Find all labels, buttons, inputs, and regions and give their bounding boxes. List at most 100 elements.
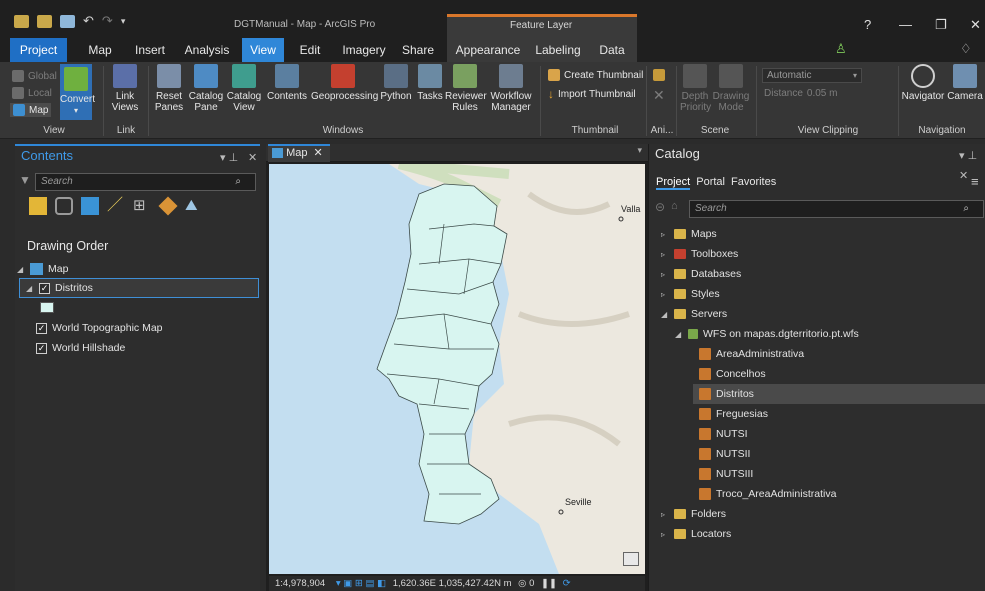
catalog-item-folders[interactable]: ▹ Folders (661, 508, 726, 520)
python-button[interactable]: Python (377, 64, 415, 102)
tab-imagery[interactable]: Imagery (336, 38, 392, 62)
close-button[interactable]: ✕ (970, 17, 981, 33)
customize-toolbar-icon[interactable]: ▾ (121, 13, 126, 29)
visibility-checkbox[interactable]: ✓ (39, 282, 50, 294)
refresh-icon[interactable]: ⟳ (563, 578, 571, 589)
filter-icon[interactable]: ▼ (19, 173, 31, 187)
layer-distritos[interactable]: ◢ ✓ Distritos (19, 278, 259, 298)
catalog-tab-favorites[interactable]: Favorites (731, 176, 776, 190)
catalog-item-servers[interactable]: ◢ Servers (661, 308, 727, 320)
tab-map[interactable]: Map (80, 38, 120, 62)
wfs-layer-nutsiii[interactable]: NUTSIII (699, 468, 753, 480)
notifications-icon[interactable]: ♢ (960, 41, 972, 57)
snapping-icon[interactable]: ⊞ (133, 197, 151, 215)
expand-arrow-icon[interactable]: ◢ (26, 284, 34, 293)
map-button[interactable]: Map (10, 103, 52, 117)
tab-data[interactable]: Data (587, 38, 637, 62)
geoprocessing-button[interactable]: Geoprocessing (311, 64, 378, 102)
catalog-pane-button[interactable]: Catalog Pane (188, 64, 224, 113)
tab-view[interactable]: View (242, 38, 284, 62)
wfs-layer-concelhos[interactable]: Concelhos (699, 368, 766, 380)
map-notes-icon[interactable] (623, 552, 639, 566)
user-icon[interactable]: ♙ (835, 41, 847, 57)
reviewer-rules-button[interactable]: Reviewer Rules (445, 64, 487, 113)
symbol-swatch[interactable] (40, 302, 54, 313)
depth-priority-button[interactable]: Depth Priority (680, 64, 711, 113)
clipping-distance[interactable]: Distance 0.05 m (764, 88, 837, 99)
local-button[interactable]: Local (12, 87, 52, 99)
map-canvas[interactable]: Valla Seville (269, 164, 645, 574)
layer-world-hillshade[interactable]: ✓ World Hillshade (36, 342, 125, 354)
menu-icon[interactable]: ≡ (971, 174, 979, 189)
selection-icon[interactable] (81, 197, 99, 215)
wfs-layer-areaadministrativa[interactable]: AreaAdministrativa (699, 348, 804, 360)
visibility-checkbox[interactable]: ✓ (36, 322, 47, 334)
status-toggles-icon[interactable]: ▾ ▣ ⊞ ▤ ◧ (336, 578, 386, 589)
import-thumbnail-button[interactable]: ↓ Import Thumbnail (548, 87, 636, 101)
tab-labeling[interactable]: Labeling (529, 38, 587, 62)
global-button[interactable]: Global (12, 70, 57, 82)
selection-count-icon[interactable]: ◎ (518, 578, 526, 589)
restore-button[interactable]: ❐ (935, 17, 947, 33)
editing-icon[interactable]: ／ (107, 197, 125, 215)
drawing-mode-button[interactable]: Drawing Mode (712, 64, 750, 113)
catalog-item-locators[interactable]: ▹ Locators (661, 528, 731, 540)
contents-search-input[interactable]: Search ⌕ (35, 173, 256, 191)
animation-add-button[interactable] (653, 69, 665, 81)
camera-button[interactable]: Camera (946, 64, 984, 102)
redo-icon[interactable]: ↷ (102, 13, 113, 29)
clipping-mode-select[interactable]: Automatic ▾ (762, 68, 862, 83)
save-icon[interactable] (60, 14, 75, 28)
layer-world-topographic[interactable]: ✓ World Topographic Map (36, 322, 163, 334)
tab-insert[interactable]: Insert (126, 38, 174, 62)
wfs-layer-distritos[interactable]: Distritos (693, 384, 985, 404)
pane-options-icon[interactable]: ▾ ⊥ (220, 148, 238, 168)
catalog-item-wfs[interactable]: ◢ WFS on mapas.dgterritorio.pt.wfs (675, 328, 859, 340)
map-view-tab[interactable]: Map ✕ (268, 144, 330, 162)
new-project-icon[interactable] (14, 14, 29, 28)
catalog-item-toolboxes[interactable]: ▹ Toolboxes (661, 248, 738, 260)
tab-analysis[interactable]: Analysis (180, 38, 234, 62)
create-thumbnail-button[interactable]: Create Thumbnail (548, 69, 643, 81)
catalog-search-input[interactable]: Search ⌕ (689, 200, 984, 218)
catalog-tab-portal[interactable]: Portal (696, 176, 725, 190)
wfs-layer-nutsii[interactable]: NUTSII (699, 448, 750, 460)
scale-display[interactable]: 1:4,978,904 (275, 578, 325, 589)
workflow-manager-button[interactable]: Workflow Manager (487, 64, 535, 113)
navigator-button[interactable]: Navigator (900, 64, 946, 102)
pause-icon[interactable]: ❚❚ (541, 578, 557, 589)
close-icon[interactable]: ✕ (248, 148, 257, 168)
data-source-icon[interactable] (55, 197, 73, 215)
wfs-layer-troco[interactable]: Troco_AreaAdministrativa (699, 488, 836, 500)
chevron-down-icon[interactable]: ▾ (637, 145, 642, 156)
drawing-order-icon[interactable] (29, 197, 47, 215)
help-icon[interactable]: ? (864, 17, 871, 32)
minimize-button[interactable]: — (899, 17, 912, 32)
tab-appearance[interactable]: Appearance (447, 38, 529, 62)
catalog-item-styles[interactable]: ▹ Styles (661, 288, 720, 300)
catalog-item-databases[interactable]: ▹ Databases (661, 268, 741, 280)
close-icon[interactable]: ✕ (314, 147, 323, 159)
reset-panes-button[interactable]: Reset Panes (152, 64, 186, 113)
visibility-checkbox[interactable]: ✓ (36, 342, 47, 354)
wfs-layer-freguesias[interactable]: Freguesias (699, 408, 768, 420)
tab-edit[interactable]: Edit (292, 38, 328, 62)
tasks-button[interactable]: Tasks (416, 64, 444, 102)
catalog-view-button[interactable]: Catalog View (226, 64, 262, 113)
labeling-icon[interactable] (158, 196, 178, 216)
perspective-imagery-icon[interactable]: ⛰ (185, 197, 203, 215)
convert-button[interactable]: Convert ▾ (60, 64, 95, 120)
home-icon[interactable]: ⌂ (671, 200, 678, 212)
tab-project[interactable]: Project (10, 38, 67, 62)
animation-remove-button[interactable]: ✕ (653, 87, 665, 104)
link-views-button[interactable]: Link Views (106, 64, 144, 113)
undo-icon[interactable]: ↶ (83, 13, 94, 29)
wfs-layer-nutsi[interactable]: NUTSI (699, 428, 748, 440)
catalog-item-maps[interactable]: ▹ Maps (661, 228, 717, 240)
back-icon[interactable]: ⊝ (655, 200, 665, 214)
contents-button[interactable]: Contents (264, 64, 310, 102)
tab-share[interactable]: Share (398, 38, 438, 62)
expand-arrow-icon[interactable]: ◢ (17, 265, 25, 274)
layer-map[interactable]: ◢ Map (17, 263, 68, 275)
open-project-icon[interactable] (37, 14, 52, 28)
